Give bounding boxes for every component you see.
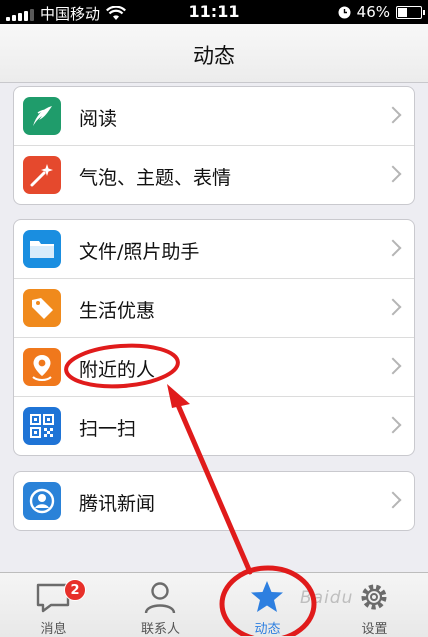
watermark: Baidu [300,588,354,608]
chevron-right-icon [384,357,402,375]
list-item-label: 生活优惠 [79,300,156,322]
contacts-icon [144,582,176,614]
nav-bar: 动态 [0,24,428,83]
list-item-life-deals[interactable]: 生活优惠 [14,279,414,338]
chevron-right-icon [384,491,402,509]
news-icon [23,482,61,520]
battery-percent: 46% [356,3,390,21]
list-item-label: 文件/照片助手 [79,241,200,263]
list-item-label: 附近的人 [79,359,156,381]
unread-badge: 2 [64,579,86,601]
chevron-right-icon [384,298,402,316]
chevron-right-icon [384,165,402,183]
magic-wand-icon [23,156,61,194]
list-item-bubble-theme-emoji[interactable]: 气泡、主题、表情 [14,146,414,204]
clock-icon [338,6,351,18]
folder-icon [23,230,61,268]
list-item-file-photo-assistant[interactable]: 文件/照片助手 [14,220,414,279]
battery-icon [396,5,425,19]
list-item-label: 阅读 [79,108,118,130]
tab-label: 动态 [254,622,281,637]
chevron-right-icon [384,106,402,124]
list-item-tencent-news[interactable]: 腾讯新闻 [14,472,414,530]
qr-code-icon [23,407,61,445]
battery-fill [398,7,407,17]
chevron-right-icon [384,416,402,434]
status-bar: 中国移动 11:11 46% [0,0,428,24]
list-group-2: 文件/照片助手 生活优惠 附近的人 扫一扫 [13,219,415,456]
tab-messages[interactable]: 2 消息 [0,573,107,637]
location-pin-icon [23,348,61,386]
feather-icon [23,97,61,135]
list-item-label: 腾讯新闻 [79,493,156,515]
list-item-scan[interactable]: 扫一扫 [14,397,414,455]
list-item-label: 气泡、主题、表情 [79,167,232,189]
tab-bar: 2 消息 联系人 动态 设置 [0,572,428,637]
list-group-1: 阅读 气泡、主题、表情 [13,86,415,205]
status-right: 46% [338,3,425,21]
tab-label: 设置 [361,622,388,637]
list-item-label: 扫一扫 [79,418,137,440]
price-tag-icon [23,289,61,327]
star-icon [251,581,283,612]
tab-label: 消息 [40,622,67,637]
page-title: 动态 [193,44,235,68]
list-item-nearby-people[interactable]: 附近的人 [14,338,414,397]
list-group-3: 腾讯新闻 [13,471,415,531]
list-item-reading[interactable]: 阅读 [14,87,414,146]
chevron-right-icon [384,239,402,257]
tab-label: 联系人 [140,622,180,637]
tab-contacts[interactable]: 联系人 [107,573,214,637]
gear-icon [361,584,387,610]
